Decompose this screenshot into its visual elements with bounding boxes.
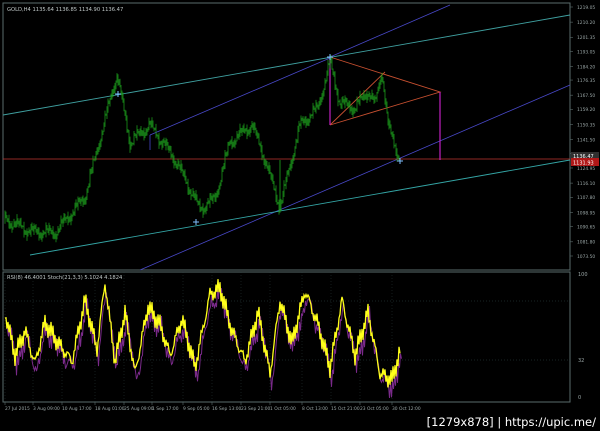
price-label: 1219.05 <box>577 5 595 11</box>
time-label: 3 Aug 09:00 <box>33 406 60 412</box>
price-label: 1116.10 <box>577 181 595 187</box>
watermark-site: https://upic.me/ <box>504 415 596 429</box>
trading-chart[interactable]: GOLD,H4 1135.64 1136.85 1134.90 1136.47 … <box>0 0 600 431</box>
osc-level-32: 32 <box>578 358 584 364</box>
price-label: 1159.20 <box>577 107 595 113</box>
time-label: 9 Sep 05:00 <box>183 406 210 412</box>
price-label: 1150.35 <box>577 122 595 128</box>
price-label: 1201.35 <box>577 35 595 41</box>
price-label: 1124.95 <box>577 166 595 172</box>
price-label: 1184.20 <box>577 64 595 70</box>
price-label: 1081.80 <box>577 240 595 246</box>
time-label: 25 Aug 09:00 <box>124 406 154 412</box>
time-label: 30 Oct 12:00 <box>392 406 421 412</box>
price-label: 1141.50 <box>577 137 595 143</box>
price-label: 1090.65 <box>577 224 595 230</box>
time-label: 15 Oct 21:00 <box>331 406 360 412</box>
watermark: [1279x878] | https://upic.me/ <box>426 415 596 429</box>
time-label: 8 Oct 13:00 <box>302 406 328 412</box>
osc-level-100: 100 <box>578 272 588 278</box>
time-label: 1 Sep 17:00 <box>152 406 179 412</box>
time-label: 23 Oct 05:00 <box>360 406 389 412</box>
price-label: 1098.95 <box>577 210 595 216</box>
price-label: 1073.50 <box>577 254 595 260</box>
time-label: 18 Aug 01:00 <box>95 406 125 412</box>
time-label: 1 Oct 05:00 <box>270 406 296 412</box>
bid-price-label: 1131.93 <box>573 161 594 167</box>
oscillator-header: RSI(8) 46.4001 Stoch(21,3,3) 5.1024 4.18… <box>7 275 123 281</box>
price-label: 1193.05 <box>577 49 595 55</box>
time-label: 16 Sep 13:00 <box>212 406 242 412</box>
bid-price-tag: 1131.93 <box>571 158 599 167</box>
price-label: 1176.35 <box>577 78 595 84</box>
osc-level-0: 0 <box>578 395 581 401</box>
time-label: 23 Sep 21:00 <box>241 406 271 412</box>
price-label: 1210.20 <box>577 20 595 26</box>
time-label: 27 Jul 2015 <box>5 406 30 412</box>
price-label: 1167.50 <box>577 93 595 99</box>
main-panel-header: GOLD,H4 1135.64 1136.85 1134.90 1136.47 <box>7 7 123 13</box>
time-label: 10 Aug 17:00 <box>62 406 92 412</box>
chart-background <box>0 0 600 431</box>
price-label: 1107.80 <box>577 195 595 201</box>
watermark-size: [1279x878] <box>426 415 494 429</box>
